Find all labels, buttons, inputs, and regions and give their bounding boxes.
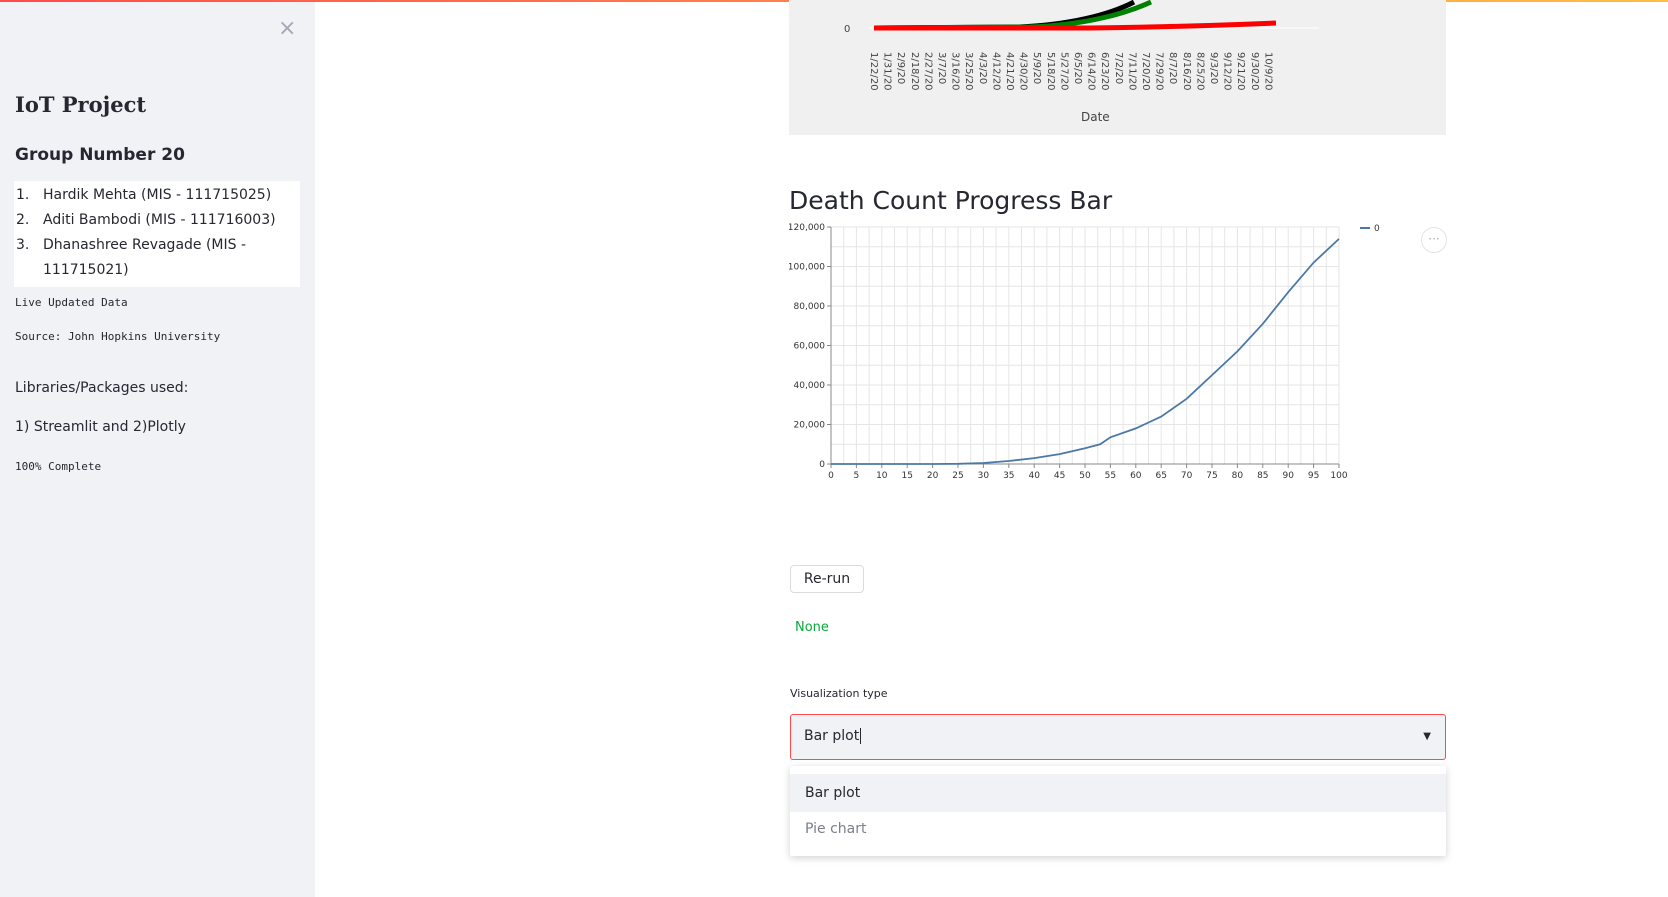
x-tick-label: 2/9/20 (895, 52, 906, 84)
chevron-down-icon[interactable]: ▼ (1423, 731, 1431, 742)
x-tick-label: 10/9/20 (1262, 52, 1273, 91)
list-item: 2. Aditi Bambodi (MIS - 111716003) (14, 208, 300, 233)
x-tick-label: 6/23/20 (1099, 52, 1110, 91)
series-line-green (873, 0, 1153, 31)
legend-label: 0 (1374, 224, 1380, 234)
x-tick-label: 7/11/20 (1126, 52, 1137, 91)
x-tick-label: 100 (1330, 471, 1347, 481)
select-value[interactable]: Bar plot (804, 728, 861, 744)
y-tick-label: 80,000 (794, 302, 826, 312)
list-number: 1. (16, 187, 30, 203)
progress-text: 100% Complete (15, 460, 102, 473)
x-tick-label: 8/7/20 (1167, 52, 1178, 84)
y-tick-label: 120,000 (789, 223, 825, 233)
x-tick-label: 2/18/20 (909, 52, 920, 91)
x-tick-label: 65 (1155, 471, 1166, 481)
main-content: 0 1/22/20 1/31/20 2/9/20 2/18/20 2/27/20 3/7/… (315, 0, 1668, 897)
x-tick-label: 3/25/20 (963, 52, 974, 91)
sidebar-title: IoT Project (15, 92, 147, 117)
x-tick-label: 95 (1308, 471, 1319, 481)
x-tick-label: 2/27/20 (922, 52, 933, 91)
x-tick-label: 80 (1232, 471, 1244, 481)
x-tick-label: 45 (1054, 471, 1065, 481)
x-tick-label: 90 (1282, 471, 1294, 481)
x-tick-label: 7/2/20 (1113, 52, 1124, 84)
x-tick-label: 5/9/20 (1031, 52, 1042, 84)
member-name: Hardik Mehta (MIS - 111715025) (43, 187, 272, 203)
y-tick-label: 60,000 (794, 342, 826, 352)
x-axis-label: Date (1081, 110, 1110, 124)
group-number: Group Number 20 (15, 145, 185, 165)
x-tick-label: 4/21/20 (1004, 52, 1015, 91)
visualization-select[interactable]: Bar plot ▼ (790, 714, 1446, 760)
y-tick-label: 20,000 (794, 421, 826, 431)
output-text: None (795, 620, 829, 635)
live-data-text: Live Updated Data (15, 296, 128, 309)
x-tick-label: 10 (876, 471, 888, 481)
list-number: 2. (16, 212, 30, 228)
select-label: Visualization type (790, 687, 888, 700)
x-tick-label: 6/5/20 (1072, 52, 1083, 84)
more-options-icon[interactable]: ··· (1421, 227, 1447, 253)
cases-chart[interactable]: 0 1/22/20 1/31/20 2/9/20 2/18/20 2/27/20 3/7/… (789, 0, 1446, 135)
list-item: 3. Dhanashree Revagade (MIS - 111715021) (14, 233, 300, 283)
x-tick-label: 20 (927, 471, 939, 481)
x-tick-label: 85 (1257, 471, 1268, 481)
death-count-chart-svg: 0 5 10 15 20 25 30 35 40 45 50 55 60 65 70 75 80 85 90 95 10… (788, 223, 1380, 481)
x-tick-label: 9/30/20 (1249, 52, 1260, 91)
x-tick-label: 35 (1003, 471, 1014, 481)
close-icon[interactable]: × (278, 16, 296, 41)
rerun-button[interactable]: Re-run (790, 565, 864, 593)
x-tick-label: 9/21/20 (1235, 52, 1246, 91)
x-tick-label: 70 (1181, 471, 1193, 481)
x-tick-label: 15 (901, 471, 912, 481)
x-tick-label: 75 (1206, 471, 1217, 481)
sidebar: × IoT Project Group Number 20 1. Hardik M… (0, 2, 315, 897)
member-list: 1. Hardik Mehta (MIS - 111715025) 2. Aditi… (14, 181, 300, 287)
x-tick-label: 9/12/20 (1222, 52, 1233, 91)
x-tick-label: 40 (1028, 471, 1040, 481)
death-count-chart[interactable]: 0 5 10 15 20 25 30 35 40 45 50 55 60 65 70 75 80 85 90 95 10… (788, 222, 1446, 512)
series-line-black (873, 0, 1136, 31)
member-name: Dhanashree Revagade (MIS - 111715021) (43, 237, 247, 278)
x-tick-label: 6/14/20 (1086, 52, 1097, 91)
libraries-text: 1) Streamlit and 2)Plotly (15, 419, 186, 435)
list-number: 3. (16, 237, 30, 253)
x-tick-label: 25 (952, 471, 963, 481)
x-tick-label: 4/3/20 (977, 52, 988, 84)
x-tick-label: 7/20/20 (1140, 52, 1151, 91)
x-tick-label: 1/22/20 (868, 52, 879, 91)
x-tick-label: 5/27/20 (1058, 52, 1069, 91)
x-tick-label: 5/18/20 (1045, 52, 1056, 91)
x-tick-label: 3/16/20 (950, 52, 961, 91)
option-bar-plot[interactable]: Bar plot (790, 774, 1446, 812)
option-pie-chart[interactable]: Pie chart (790, 810, 1446, 848)
x-tick-label: 5 (854, 471, 860, 481)
x-tick-label: 9/3/20 (1208, 52, 1219, 84)
x-tick-label: 4/30/20 (1018, 52, 1029, 91)
libraries-heading: Libraries/Packages used: (15, 380, 189, 396)
section-title: Death Count Progress Bar (789, 186, 1113, 215)
select-dropdown: Bar plot Pie chart (790, 766, 1446, 856)
y-tick-label: 40,000 (794, 381, 826, 391)
x-tick-label: 3/7/20 (936, 52, 947, 84)
member-name: Aditi Bambodi (MIS - 111716003) (43, 212, 276, 228)
x-tick-label: 55 (1105, 471, 1116, 481)
y-tick-label: 0 (844, 24, 850, 35)
list-item: 1. Hardik Mehta (MIS - 111715025) (14, 183, 300, 208)
x-tick-label: 4/12/20 (990, 52, 1001, 91)
x-tick-label: 8/16/20 (1181, 52, 1192, 91)
x-tick-label: 30 (978, 471, 990, 481)
x-tick-label: 7/29/20 (1154, 52, 1165, 91)
y-tick-label: 100,000 (789, 263, 825, 273)
x-tick-labels: 1/22/20 1/31/20 2/9/20 2/18/20 2/27/20 3/7/20… (868, 52, 1273, 91)
x-tick-label: 1/31/20 (882, 52, 893, 91)
cases-chart-svg: 0 1/22/20 1/31/20 2/9/20 2/18/20 2/27/20 3/7/… (844, 0, 1319, 124)
x-tick-label: 50 (1079, 471, 1091, 481)
x-tick-label: 8/25/20 (1194, 52, 1205, 91)
y-tick-label: 0 (819, 460, 825, 470)
x-tick-label: 60 (1130, 471, 1142, 481)
source-text: Source: John Hopkins University (15, 330, 221, 343)
x-tick-label: 0 (828, 471, 834, 481)
